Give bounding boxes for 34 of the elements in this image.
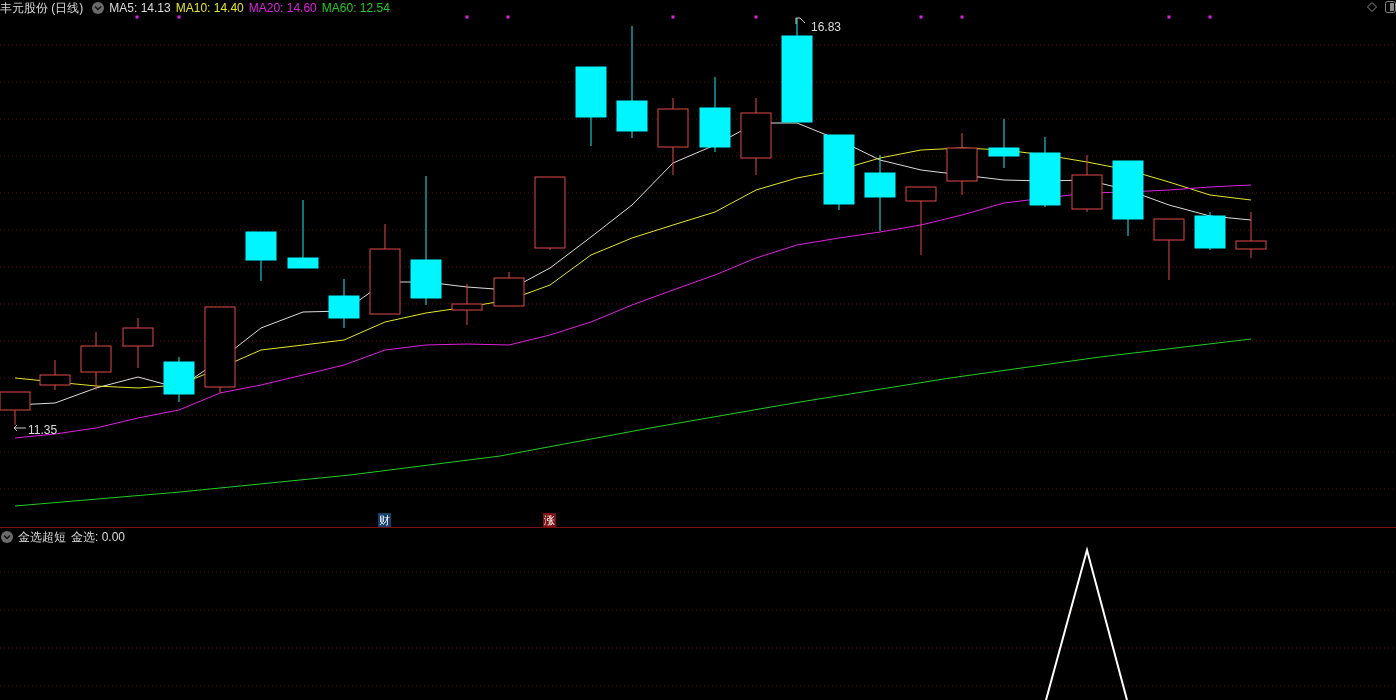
candlestick xyxy=(1235,211,1267,259)
candlestick xyxy=(1029,136,1061,208)
candlestick xyxy=(163,356,195,403)
high-price-label: 16.83 xyxy=(811,19,842,36)
expand-icon[interactable] xyxy=(1,531,13,543)
candlestick xyxy=(493,271,525,307)
candlestick xyxy=(988,118,1020,169)
candlestick xyxy=(122,317,154,369)
candlestick xyxy=(1071,154,1103,213)
left-arrow-icon xyxy=(13,424,27,432)
panel-toggle-icon[interactable] xyxy=(1385,1,1396,13)
diamond-icon[interactable] xyxy=(1367,2,1377,12)
indicator-label: MA60: 12.54 xyxy=(321,0,390,17)
candlestick xyxy=(451,283,483,326)
candlestick xyxy=(287,199,319,269)
indicator-label: MA5: 14.13 xyxy=(109,0,171,17)
candlestick xyxy=(905,186,937,256)
indicator-title: 金选超短 xyxy=(18,529,66,546)
candlestick xyxy=(946,132,978,196)
event-marker[interactable]: 涨 xyxy=(543,513,556,527)
event-marker[interactable]: 财 xyxy=(378,513,391,527)
expand-icon[interactable] xyxy=(92,2,105,14)
candlestick xyxy=(1153,218,1185,281)
indicator-label: MA10: 14.40 xyxy=(175,0,244,17)
chart-title: 丰元股份 (日线) xyxy=(0,0,84,17)
indicator-label: MA20: 14.60 xyxy=(248,0,317,17)
indicator-value: 金选: 0.00 xyxy=(71,529,126,546)
candlestick xyxy=(1194,211,1226,251)
peak-marker-icon xyxy=(795,17,807,25)
candlestick xyxy=(328,278,360,329)
candlestick xyxy=(245,231,277,282)
low-price-label: 11.35 xyxy=(28,422,58,439)
candlestick xyxy=(39,359,71,391)
candlestick xyxy=(80,331,112,391)
